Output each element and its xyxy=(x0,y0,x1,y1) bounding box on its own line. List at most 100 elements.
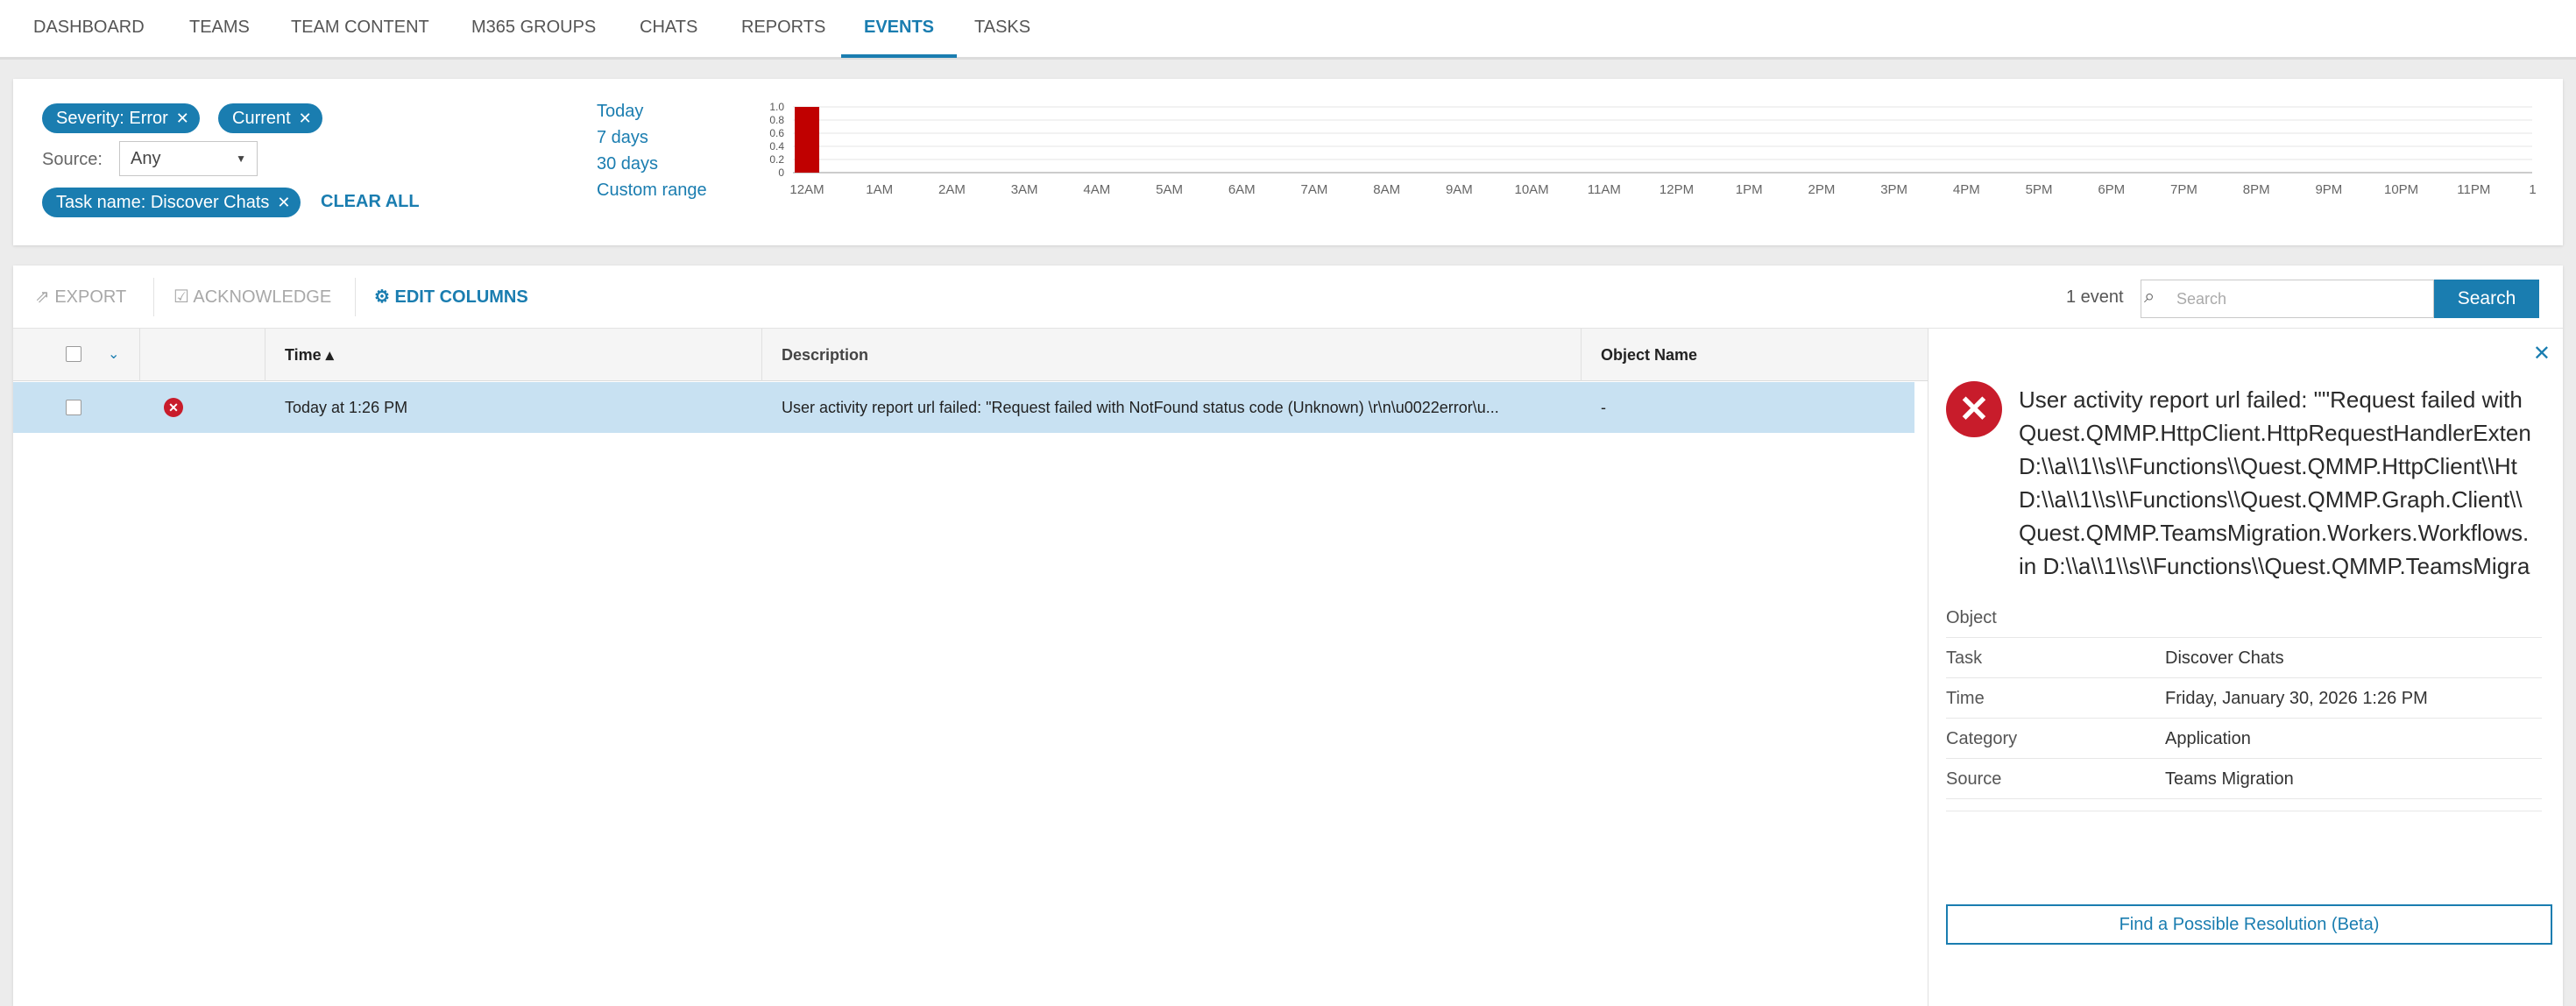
y-tick-label: 0.8 xyxy=(769,114,784,126)
property-key: Time xyxy=(1946,689,1985,708)
error-message: User activity report url failed: ""Reque… xyxy=(2019,383,2563,583)
task-filter-pill[interactable]: Task name: Discover Chats ✕ xyxy=(42,188,301,217)
row-checkbox[interactable] xyxy=(66,400,81,415)
x-tick-label: 8AM xyxy=(1373,182,1400,197)
x-tick-label: 12AM xyxy=(2529,182,2537,197)
edit-columns-label: EDIT COLUMNS xyxy=(394,287,528,307)
x-tick-label: 11PM xyxy=(2457,182,2490,197)
acknowledge-button[interactable]: ☑ ACKNOWLEDGE xyxy=(173,266,331,329)
find-resolution-button[interactable]: Find a Possible Resolution (Beta) xyxy=(1946,904,2552,945)
remove-filter-icon[interactable]: ✕ xyxy=(299,103,312,133)
table-header: ⌄ Time ▴ Description Object Name xyxy=(13,329,1928,381)
tab-tasks[interactable]: TASKS xyxy=(974,0,1030,58)
events-table: ⌄ Time ▴ Description Object Name ✕ Today… xyxy=(13,329,1928,1006)
search-icon: ⌕ xyxy=(2144,285,2155,307)
grid-toolbar: ⇗ EXPORT ☑ ACKNOWLEDGE ⚙ EDIT COLUMNS 1 … xyxy=(13,266,2563,329)
tab-m365-groups[interactable]: M365 GROUPS xyxy=(471,0,596,58)
current-filter-pill[interactable]: Current ✕ xyxy=(218,103,322,133)
toolbar-divider xyxy=(355,278,356,316)
x-tick-label: 10AM xyxy=(1514,182,1548,197)
error-icon: ✕ xyxy=(1946,381,2002,437)
x-tick-label: 11AM xyxy=(1588,182,1621,197)
error-icon: ✕ xyxy=(164,398,183,417)
source-label: Source: xyxy=(42,150,103,169)
event-count: 1 event xyxy=(2066,287,2124,307)
remove-filter-icon[interactable]: ✕ xyxy=(176,103,189,133)
table-row[interactable]: ✕ Today at 1:26 PM User activity report … xyxy=(13,382,1914,433)
property-task: Task Discover Chats xyxy=(1946,638,2542,678)
range-today-link[interactable]: Today xyxy=(597,102,643,122)
property-divider xyxy=(1946,799,2542,811)
clear-all-link[interactable]: CLEAR ALL xyxy=(321,192,420,212)
error-message-line: Quest.QMMP.HttpClient.HttpRequestHandler… xyxy=(2019,420,2531,446)
severity-column-header xyxy=(140,329,265,381)
x-tick-label: 10PM xyxy=(2384,182,2418,197)
row-time: Today at 1:26 PM xyxy=(285,399,408,416)
select-all-checkbox[interactable] xyxy=(66,346,81,362)
events-grid-panel: ⇗ EXPORT ☑ ACKNOWLEDGE ⚙ EDIT COLUMNS 1 … xyxy=(13,266,2563,1006)
tab-chats[interactable]: CHATS xyxy=(640,0,697,58)
remove-filter-icon[interactable]: ✕ xyxy=(277,188,290,217)
y-tick-label: 1.0 xyxy=(769,101,784,113)
x-tick-label: 5AM xyxy=(1156,182,1183,197)
property-value: Application xyxy=(2165,729,2251,748)
error-message-line: D:\\a\\1\\s\\Functions\\Quest.QMMP.Graph… xyxy=(2019,486,2523,513)
events-histogram: 1.0 0.8 0.6 0.4 0.2 0 12AM 1AM 2AM 3AM 4AM 5AM 6AM 7A… xyxy=(732,101,2537,241)
range-30-days-link[interactable]: 30 days xyxy=(597,154,658,174)
x-tick-label: 5PM xyxy=(2026,182,2053,197)
x-tick-label: 3AM xyxy=(1011,182,1038,197)
search-input[interactable] xyxy=(2141,280,2434,318)
severity-filter-label: Severity: Error xyxy=(56,109,168,128)
severity-filter-pill[interactable]: Severity: Error ✕ xyxy=(42,103,200,133)
property-key: Task xyxy=(1946,648,1983,668)
chevron-down-icon[interactable]: ⌄ xyxy=(108,329,119,381)
x-tick-label: 6PM xyxy=(2098,182,2125,197)
source-select[interactable]: Any ▼ xyxy=(119,141,258,176)
x-tick-label: 8PM xyxy=(2243,182,2270,197)
row-description: User activity report url failed: "Reques… xyxy=(782,399,1499,416)
object-name-column-header[interactable]: Object Name xyxy=(1582,329,1928,381)
edit-columns-button[interactable]: ⚙ EDIT COLUMNS xyxy=(374,266,528,329)
property-key: Object xyxy=(1946,608,1997,627)
histogram-bar[interactable] xyxy=(795,107,819,173)
task-filter-label: Task name: Discover Chats xyxy=(56,193,270,212)
range-7-days-link[interactable]: 7 days xyxy=(597,128,648,148)
acknowledge-icon: ☑ xyxy=(173,287,194,307)
time-column-header[interactable]: Time ▴ xyxy=(265,329,762,381)
x-tick-label: 4AM xyxy=(1083,182,1110,197)
x-tick-label: 9PM xyxy=(2315,182,2342,197)
x-tick-label: 2PM xyxy=(1808,182,1835,197)
tab-dashboard[interactable]: DASHBOARD xyxy=(33,0,145,58)
select-all-column: ⌄ xyxy=(13,329,140,381)
range-custom-link[interactable]: Custom range xyxy=(597,181,707,201)
error-message-line: D:\\a\\1\\s\\Functions\\Quest.QMMP.HttpC… xyxy=(2019,453,2517,479)
top-navigation: DASHBOARD TEAMS TEAM CONTENT M365 GROUPS… xyxy=(0,0,2576,60)
x-tick-label: 7AM xyxy=(1301,182,1328,197)
task-link[interactable]: Discover Chats xyxy=(2165,638,2284,678)
export-label: EXPORT xyxy=(54,287,127,307)
export-button[interactable]: ⇗ EXPORT xyxy=(35,266,126,329)
source-select-value: Any xyxy=(131,149,161,168)
tab-reports[interactable]: REPORTS xyxy=(741,0,825,58)
row-object-name: - xyxy=(1601,399,1606,416)
property-value: Teams Migration xyxy=(2165,769,2294,789)
property-key: Category xyxy=(1946,729,2018,748)
y-tick-label: 0.4 xyxy=(769,140,784,152)
x-tick-label: 4PM xyxy=(1953,182,1980,197)
property-category: Category Application xyxy=(1946,719,2542,759)
tab-teams[interactable]: TEAMS xyxy=(189,0,250,58)
error-message-line: in D:\\a\\1\\s\\Functions\\Quest.QMMP.Te… xyxy=(2019,553,2530,579)
property-time: Time Friday, January 30, 2026 1:26 PM xyxy=(1946,678,2542,719)
export-icon: ⇗ xyxy=(35,287,55,307)
x-tick-label: 12AM xyxy=(789,182,824,197)
chevron-down-icon: ▼ xyxy=(236,152,246,165)
y-tick-label: 0 xyxy=(778,166,784,179)
tab-team-content[interactable]: TEAM CONTENT xyxy=(291,0,429,58)
gear-icon: ⚙ xyxy=(374,287,395,307)
description-column-header[interactable]: Description xyxy=(762,329,1582,381)
close-icon[interactable]: ✕ xyxy=(2533,341,2551,366)
search-button[interactable]: Search xyxy=(2434,280,2539,318)
x-tick-label: 12PM xyxy=(1660,182,1694,197)
toolbar-divider xyxy=(153,278,154,316)
tab-events[interactable]: EVENTS xyxy=(841,0,958,58)
